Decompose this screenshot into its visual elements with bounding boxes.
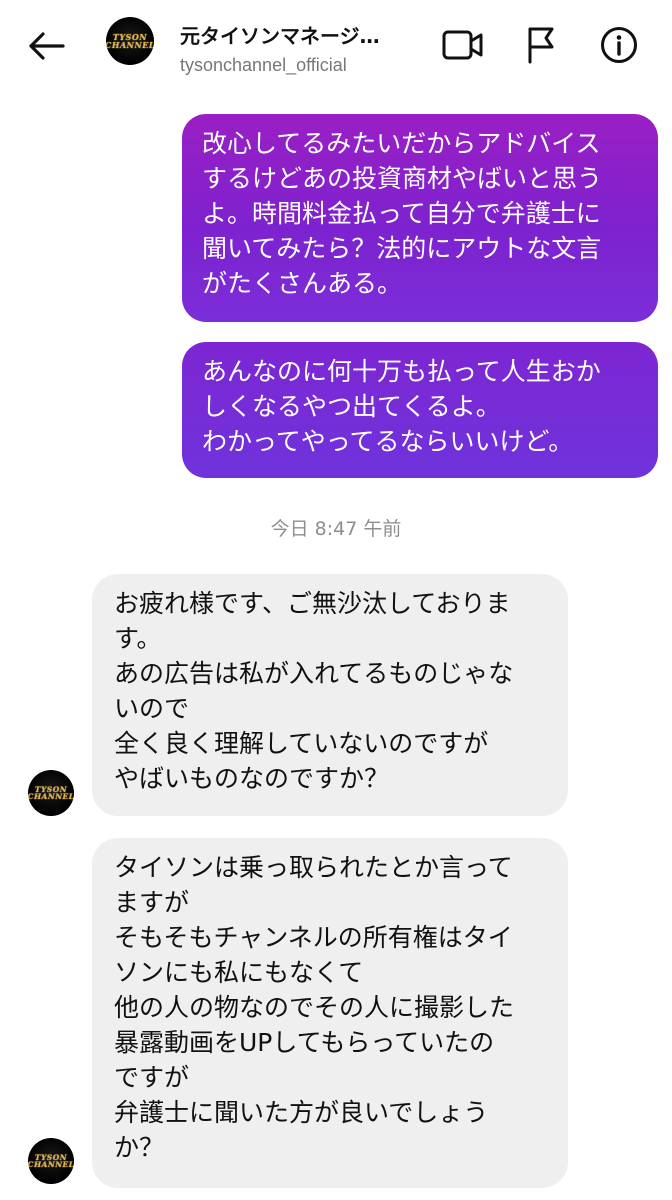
incoming-message-2[interactable]: タイソンは乗っ取られたとか言って ますが そもそもチャンネルの所有権はタイ ソン…: [92, 838, 568, 1188]
sender-avatar[interactable]: TYSON CHANNEL: [28, 1138, 74, 1184]
sender-avatar-logo-line2: CHANNEL: [28, 792, 74, 801]
flag-icon: [528, 27, 554, 64]
chat-username: tysonchannel_official: [180, 55, 347, 75]
avatar-logo-line2: CHANNEL: [106, 40, 154, 50]
info-icon: [601, 27, 637, 63]
avatar[interactable]: TYSON CHANNEL: [106, 17, 154, 65]
video-camera-icon: [442, 30, 483, 60]
chat-title: 元タイソンマネージ…: [180, 24, 380, 48]
outgoing-message-2[interactable]: あんなのに何十万も払って人生おか しくなるやつ出てくるよ。 わかってやってるなら…: [182, 342, 658, 478]
incoming-message-1[interactable]: お疲れ様です、ご無沙汰しておりま す。 あの広告は私が入れてるものじゃな いので…: [92, 574, 568, 816]
video-call-button[interactable]: [440, 22, 486, 68]
profile-title-block[interactable]: 元タイソンマネージ… tysonchannel_official: [180, 20, 410, 76]
message-timestamp: 今日 8:47 午前: [270, 518, 402, 540]
report-button[interactable]: [518, 22, 564, 68]
sender-avatar-logo-line2: CHANNEL: [28, 1160, 74, 1169]
back-button[interactable]: [20, 22, 72, 70]
arrow-left-icon: [29, 32, 65, 60]
outgoing-message-1[interactable]: 改心してるみたいだからアドバイス するけどあの投資商材やばいと思う よ。時間料金…: [182, 114, 658, 322]
sender-avatar[interactable]: TYSON CHANNEL: [28, 770, 74, 816]
chat-header: TYSON CHANNEL 元タイソンマネージ… tysonchannel_of…: [0, 0, 672, 92]
info-button[interactable]: [596, 22, 642, 68]
